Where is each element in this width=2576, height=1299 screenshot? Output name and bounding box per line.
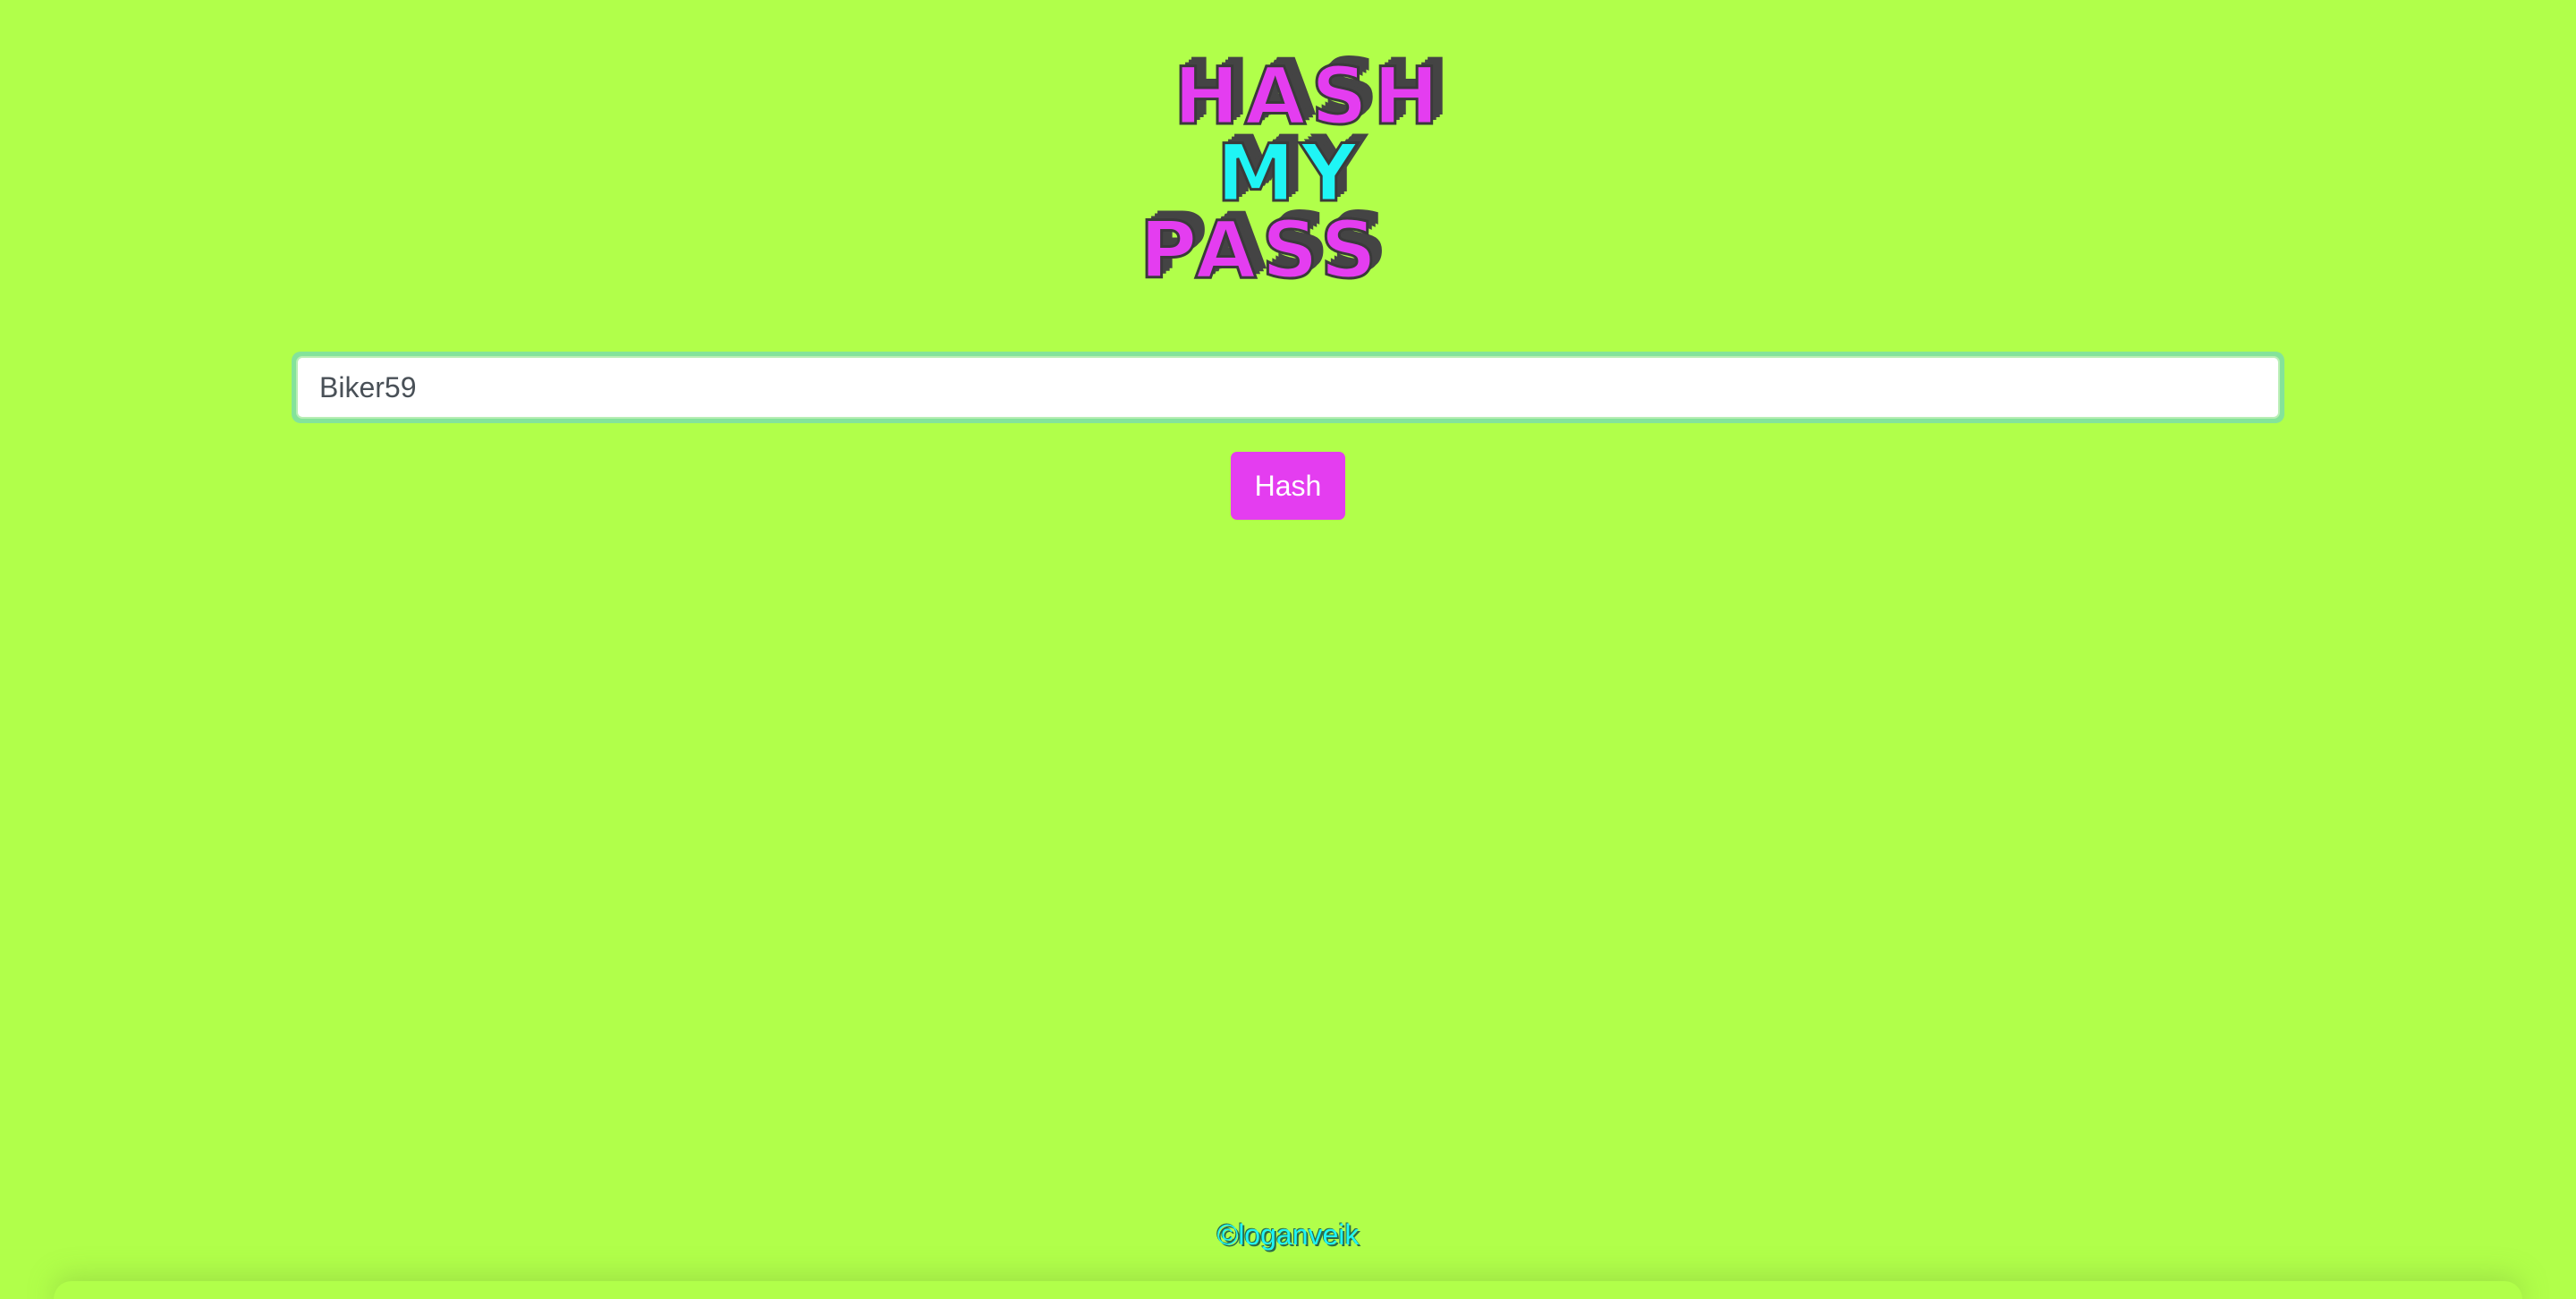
hash-my-pass-logo: HASH MY PASS [1138,55,1442,299]
logo-line-pass: PASS [1138,204,1383,296]
footer: ©loganveik [0,1210,2576,1299]
footer-shadow [54,1281,2522,1299]
page: HASH MY PASS Hash ©loganveik [0,0,2576,1299]
logo-line-hash: HASH [1173,50,1445,142]
password-input-container [292,352,2284,423]
hash-button[interactable]: Hash [1231,452,1345,520]
logo-line-my: MY [1215,127,1363,219]
password-input[interactable] [296,356,2280,419]
credit-link[interactable]: ©loganveik [0,1218,2576,1252]
